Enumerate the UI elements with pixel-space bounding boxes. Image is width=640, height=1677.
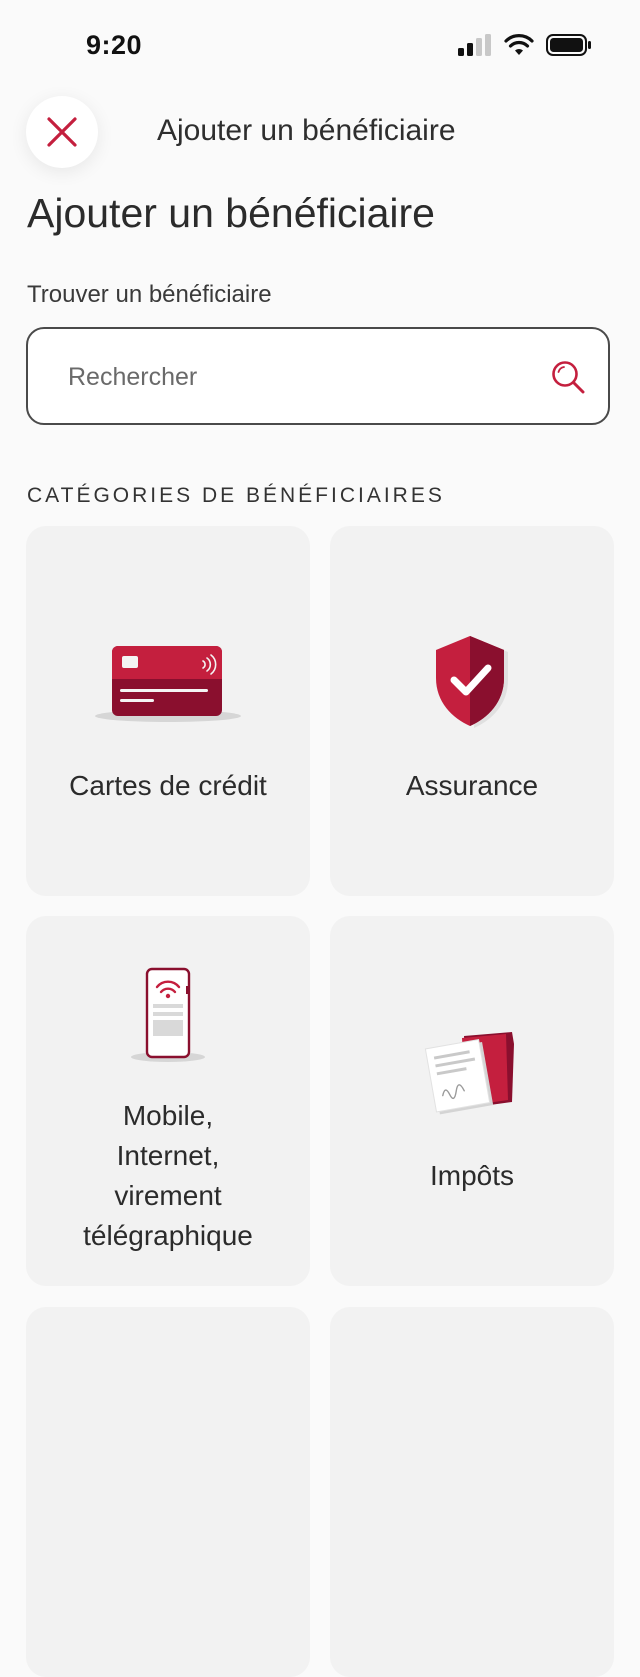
categories-heading: CATÉGORIES DE BÉNÉFICIAIRES xyxy=(27,484,445,507)
wifi-icon xyxy=(504,34,534,55)
close-button[interactable] xyxy=(26,96,98,168)
category-tile-partial[interactable] xyxy=(330,1307,614,1677)
search-icon[interactable] xyxy=(550,359,586,395)
category-tile-mobile-internet-wire[interactable]: Mobile, Internet, virement télégraphique xyxy=(26,916,310,1286)
category-tile-credit-cards[interactable]: Cartes de crédit xyxy=(26,526,310,896)
status-bar: 9:20 xyxy=(0,0,640,95)
shield-check-icon xyxy=(330,632,614,732)
category-tile-partial[interactable] xyxy=(26,1307,310,1677)
category-label: Mobile, Internet, virement télégraphique xyxy=(83,1100,253,1251)
mobile-phone-icon xyxy=(26,966,310,1066)
category-label: Impôts xyxy=(429,1160,515,1191)
category-label: Cartes de crédit xyxy=(69,770,267,801)
close-icon xyxy=(47,117,77,147)
nav-title: Ajouter un bénéficiaire xyxy=(157,114,456,147)
search-label: Trouver un bénéficiaire xyxy=(27,281,272,308)
status-icons xyxy=(458,34,592,56)
tax-documents-icon xyxy=(330,1028,614,1118)
credit-card-icon xyxy=(26,638,310,724)
category-tile-insurance[interactable]: Assurance xyxy=(330,526,614,896)
category-label: Assurance xyxy=(405,770,539,801)
page-title: Ajouter un bénéficiaire xyxy=(27,190,435,236)
battery-icon xyxy=(546,34,591,56)
search-field[interactable] xyxy=(26,327,610,425)
category-tile-taxes[interactable]: Impôts xyxy=(330,916,614,1286)
search-input[interactable] xyxy=(66,329,530,425)
cellular-signal-icon xyxy=(458,34,491,56)
status-time: 9:20 xyxy=(86,30,143,60)
